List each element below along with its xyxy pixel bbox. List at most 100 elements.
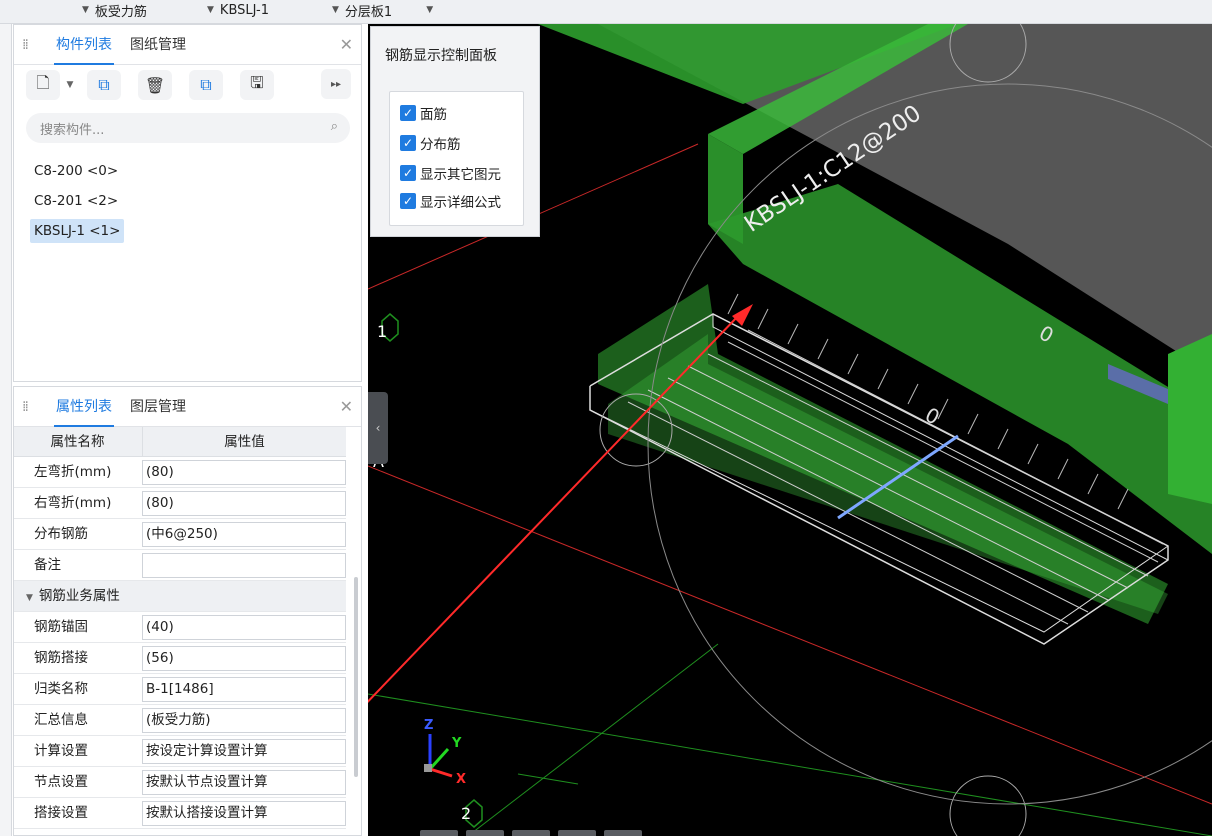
column-header-value: 属性值 [142, 427, 346, 457]
property-value[interactable]: (中6@250) [142, 522, 346, 547]
layer-dropdown[interactable]: ▼ 分层板1 ▼ [332, 0, 439, 20]
new-component-button[interactable]: 🗋 [26, 70, 60, 100]
table-row: 左弯折(mm) (80) [14, 457, 346, 488]
table-row: 钢筋锚固 (40) [14, 612, 346, 643]
checkbox-label: 面筋 [420, 107, 447, 123]
list-item[interactable]: KBSLJ-1 <1> [30, 219, 125, 243]
more-button[interactable]: ▸▸ [321, 69, 351, 99]
property-name: 钢筋搭接 [34, 650, 88, 666]
copy-button[interactable]: ⧉ [87, 70, 121, 100]
tab-component-list[interactable]: 构件列表 [54, 25, 114, 65]
chevron-down-icon: ▼ [66, 80, 74, 90]
scrollbar[interactable] [354, 577, 358, 777]
pointer-arrowhead [732, 304, 753, 326]
property-value[interactable]: 按默认节点设置计算 [142, 770, 346, 795]
gizmo-origin [424, 764, 432, 772]
new-file-icon: 🗋 [36, 72, 50, 92]
table-row: 节点设置 按默认节点设置计算 [14, 767, 346, 798]
check-icon: ✓ [400, 165, 416, 181]
property-value[interactable]: (80) [142, 460, 346, 485]
property-value[interactable]: B-1[1486] [142, 677, 346, 702]
check-icon: ✓ [400, 135, 416, 151]
layer-label: 分层板1 [344, 4, 393, 20]
new-component-dropdown[interactable]: ▼ [63, 70, 77, 100]
close-icon[interactable]: ✕ [340, 35, 353, 54]
toolbar-button[interactable] [512, 830, 550, 836]
tab-layer-management[interactable]: 图层管理 [128, 387, 188, 427]
property-name: 右弯折(mm) [34, 495, 112, 511]
table-row: 汇总信息 (板受力筋) [14, 705, 346, 736]
property-panel-header: ⁞⁞ 属性列表 图层管理 ✕ [14, 387, 361, 427]
check-icon: ✓ [400, 105, 416, 121]
duplicate-layer-button[interactable]: ⧉ [189, 70, 223, 100]
property-group-header[interactable]: ▼ 钢筋业务属性 [14, 581, 346, 612]
gizmo-label-y: Y [452, 736, 462, 751]
gizmo-x-axis [429, 767, 453, 778]
rebar-type-label: 板受力筋 [94, 4, 147, 20]
gizmo-label-x: X [456, 772, 467, 787]
component-list-panel: ⁞⁞ 构件列表 图纸管理 ✕ 🗋 ▼ ⧉ 🗑 ⧉ 🖫 ▸▸ 搜索构件... ⌕ … [13, 24, 362, 382]
property-name: 左弯折(mm) [34, 464, 112, 480]
property-table-header: 属性名称 属性值 [14, 427, 346, 457]
toolbar-button[interactable] [604, 830, 642, 836]
drag-grip-icon[interactable]: ⁞⁞ [22, 399, 40, 415]
bottom-toolbar [420, 830, 700, 836]
save-icon: 🖫 [250, 72, 264, 92]
toolbar-button[interactable] [466, 830, 504, 836]
column-header-name: 属性名称 [50, 434, 105, 450]
property-name: 归类名称 [34, 681, 88, 697]
tab-drawing-management[interactable]: 图纸管理 [128, 25, 188, 65]
chevron-down-icon: ▼ [332, 5, 339, 15]
property-value[interactable]: (板受力筋) [142, 708, 346, 733]
property-value[interactable]: 按默认搭接设置计算 [142, 801, 346, 826]
rebar-type-dropdown[interactable]: ▼ 板受力筋 [82, 0, 147, 20]
property-value[interactable]: (56) [142, 646, 346, 671]
toolbar-button[interactable] [420, 830, 458, 836]
checkbox-label: 显示详细公式 [420, 195, 501, 211]
table-row: 右弯折(mm) (80) [14, 488, 346, 519]
grid-axis-green [368, 693, 1212, 836]
toolbar-button[interactable] [558, 830, 596, 836]
grid-tick [517, 773, 579, 785]
grid-bubble-circle [949, 775, 1027, 836]
left-dock-strip [0, 24, 12, 836]
property-value[interactable]: (80) [142, 491, 346, 516]
property-value[interactable]: (40) [142, 615, 346, 640]
list-item[interactable]: C8-201 <2> [30, 189, 122, 213]
checkbox-distribution-rebar[interactable]: ✓ 分布筋 [400, 132, 461, 154]
property-value[interactable] [142, 553, 346, 578]
search-input[interactable]: 搜索构件... ⌕ [26, 113, 350, 143]
panel-title: 钢筋显示控制面板 [385, 48, 497, 64]
property-value[interactable]: 按设定计算设置计算 [142, 739, 346, 764]
table-row: 归类名称 B-1[1486] [14, 674, 346, 705]
component-panel-header: ⁞⁞ 构件列表 图纸管理 ✕ [14, 25, 361, 65]
collapse-panel-button[interactable]: ‹ [368, 392, 388, 464]
green-column [1168, 334, 1212, 504]
delete-button[interactable]: 🗑 [138, 70, 172, 100]
checkbox-show-other-elements[interactable]: ✓ 显示其它图元 [400, 162, 501, 184]
axis-label-1: 1 [377, 322, 388, 341]
table-row: 计算设置 按设定计算设置计算 [14, 736, 346, 767]
property-name: 备注 [34, 557, 61, 573]
component-dropdown[interactable]: ▼ KBSLJ-1 [207, 0, 269, 20]
save-button[interactable]: 🖫 [240, 70, 274, 100]
duplicate-icon: ⧉ [200, 75, 212, 94]
property-name: 分布钢筋 [34, 526, 88, 542]
table-row: 钢筋搭接 (56) [14, 643, 346, 674]
table-row: 搭接设置 按默认搭接设置计算 [14, 798, 346, 829]
component-toolbar: 🗋 ▼ ⧉ 🗑 ⧉ 🖫 [26, 69, 291, 101]
drag-grip-icon[interactable]: ⁞⁞ [22, 37, 40, 53]
checkbox-label: 分布筋 [420, 137, 461, 153]
chevron-down-icon: ▼ [82, 5, 89, 15]
chevron-down-icon: ▼ [207, 5, 214, 15]
checkbox-show-detailed-formula[interactable]: ✓ 显示详细公式 [400, 190, 501, 212]
list-item[interactable]: C8-200 <0> [30, 159, 122, 183]
search-placeholder: 搜索构件... [40, 122, 105, 138]
close-icon[interactable]: ✕ [340, 397, 353, 416]
checkbox-top-rebar[interactable]: ✓ 面筋 [400, 102, 447, 124]
property-name: 节点设置 [34, 774, 88, 790]
gizmo-label-z: Z [424, 718, 434, 733]
tab-property-list[interactable]: 属性列表 [54, 387, 114, 427]
property-name: 钢筋锚固 [34, 619, 88, 635]
copy-icon: ⧉ [98, 75, 110, 94]
